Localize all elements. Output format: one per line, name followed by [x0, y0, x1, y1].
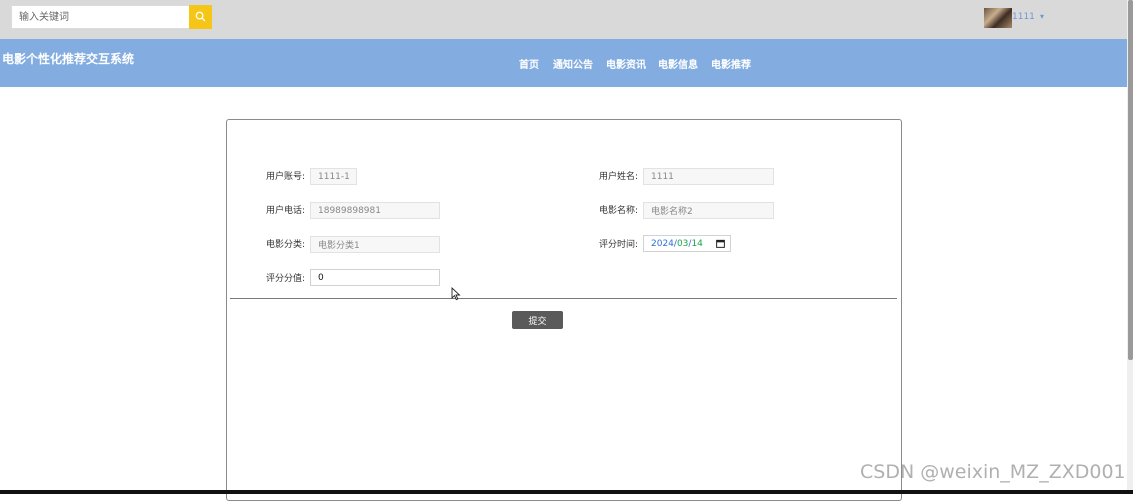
category-label: 电影分类: — [266, 240, 306, 250]
movie-name-label: 电影名称: — [599, 206, 639, 216]
username[interactable]: 1111 — [1012, 12, 1035, 22]
nav-item-movie-info[interactable]: 电影信息 — [658, 56, 698, 71]
score-field[interactable]: 0 — [310, 269, 440, 286]
date-year: 2024 — [651, 238, 674, 249]
search-button[interactable] — [189, 5, 212, 29]
category-field[interactable]: 电影分类1 — [310, 236, 440, 253]
mouse-cursor-icon — [451, 286, 461, 305]
nav-item-movie-recommend[interactable]: 电影推荐 — [711, 56, 751, 71]
submit-button[interactable]: 提交 — [512, 311, 563, 329]
search-icon — [195, 10, 206, 25]
scrollbar-thumb[interactable] — [1128, 0, 1133, 360]
date-month: 03 — [676, 238, 689, 249]
account-label: 用户账号: — [266, 172, 306, 182]
rating-time-date-field[interactable]: 2024/03/14 — [643, 235, 731, 252]
avatar[interactable] — [984, 8, 1012, 28]
name-label: 用户姓名: — [599, 172, 639, 182]
phone-label: 用户电话: — [266, 206, 306, 216]
name-field[interactable]: 1111 — [643, 168, 774, 185]
calendar-icon[interactable] — [716, 239, 725, 251]
chevron-down-icon[interactable]: ▾ — [1040, 12, 1044, 21]
form-divider — [230, 298, 897, 299]
site-title: 电影个性化推荐交互系统 — [2, 52, 135, 66]
watermark: CSDN @weixin_MZ_ZXD001 — [860, 461, 1126, 483]
score-label: 评分分值: — [266, 274, 306, 284]
rating-time-label: 评分时间: — [599, 240, 639, 250]
top-bar: 1111 ▾ — [0, 0, 1133, 39]
nav-bar: 电影个性化推荐交互系统 首页 通知公告 电影资讯 电影信息 电影推荐 — [0, 39, 1133, 87]
date-day: 14 — [691, 238, 703, 249]
nav-item-notices[interactable]: 通知公告 — [553, 56, 593, 71]
phone-field[interactable]: 18989898981 — [310, 202, 440, 219]
search-input[interactable] — [11, 5, 190, 29]
nav-item-movie-news[interactable]: 电影资讯 — [606, 56, 646, 71]
bottom-edge — [0, 490, 1133, 494]
account-field[interactable]: 1111-1 — [310, 168, 357, 185]
nav-item-home[interactable]: 首页 — [519, 56, 539, 71]
movie-name-field[interactable]: 电影名称2 — [643, 202, 774, 219]
